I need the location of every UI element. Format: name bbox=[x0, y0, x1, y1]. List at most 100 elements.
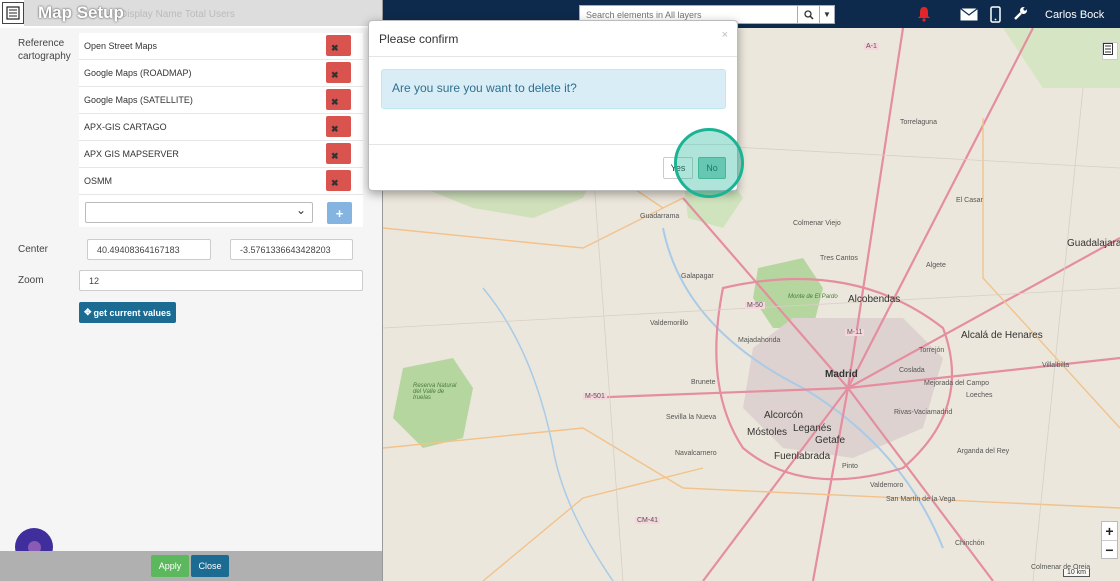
user-name[interactable]: Carlos Bock bbox=[1045, 9, 1104, 21]
search-layer-dropdown[interactable]: ▼ bbox=[820, 5, 835, 24]
crosshairs-icon: ✥ bbox=[83, 307, 92, 317]
center-longitude-input[interactable]: -3.5761336643428203 bbox=[230, 239, 353, 260]
mobile-icon[interactable] bbox=[990, 6, 1001, 26]
caret-down-icon: ▼ bbox=[823, 10, 831, 19]
cartography-row: Google Maps (SATELLITE) ✖ bbox=[79, 87, 363, 114]
delete-cartography-button[interactable]: ✖ bbox=[326, 170, 351, 191]
cartography-name: APX GIS MAPSERVER bbox=[84, 149, 179, 159]
map-label-a1: A-1 bbox=[864, 43, 879, 50]
plus-icon: + bbox=[335, 205, 344, 221]
times-icon: ✖ bbox=[331, 70, 339, 80]
close-button[interactable]: Close bbox=[191, 555, 229, 577]
map-label-m50: M-50 bbox=[745, 302, 765, 309]
map-setup-panel: Display Name Total Users Map Setup Refer… bbox=[0, 0, 383, 581]
add-cartography-button[interactable]: + bbox=[327, 202, 352, 224]
map-label-getafe: Getafe bbox=[815, 435, 846, 446]
get-current-values-label: get current values bbox=[93, 307, 172, 318]
no-button[interactable]: No bbox=[698, 157, 726, 179]
delete-cartography-button[interactable]: ✖ bbox=[326, 89, 351, 110]
cartography-name: APX-GIS CARTAGO bbox=[84, 122, 167, 132]
map-label-loeches: Loeches bbox=[966, 392, 993, 399]
cartography-name: Google Maps (SATELLITE) bbox=[84, 95, 193, 105]
map-label-alcorcon: Alcorcón bbox=[764, 410, 803, 421]
map-label-alcobendas: Alcobendas bbox=[848, 294, 901, 305]
reference-cartography-label: Reference cartography bbox=[18, 38, 71, 62]
map-label-leganes: Leganés bbox=[793, 423, 832, 434]
cartography-name: Open Street Maps bbox=[84, 41, 158, 51]
delete-cartography-button[interactable]: ✖ bbox=[326, 116, 351, 137]
map-label-algete: Algete bbox=[926, 262, 946, 269]
map-label-tres-cantos: Tres Cantos bbox=[820, 255, 858, 262]
map-label-majadahonda: Majadahonda bbox=[738, 337, 781, 344]
dialog-divider bbox=[369, 144, 737, 145]
cartography-name: Google Maps (ROADMAP) bbox=[84, 68, 192, 78]
times-icon: ✖ bbox=[331, 178, 339, 188]
cartography-row: OSMM ✖ bbox=[79, 168, 363, 195]
cartography-row: Google Maps (ROADMAP) ✖ bbox=[79, 60, 363, 87]
map-label-torrelaguna: Torrelaguna bbox=[900, 119, 937, 126]
dialog-divider bbox=[369, 56, 737, 57]
cartography-list: Open Street Maps ✖ Google Maps (ROADMAP) ✖… bbox=[79, 33, 363, 227]
center-label: Center bbox=[18, 244, 49, 255]
faded-table-header: Display Name Total Users bbox=[120, 9, 235, 20]
cartography-select[interactable] bbox=[85, 202, 313, 223]
layers-button[interactable] bbox=[1102, 42, 1118, 60]
map-label-navalcarnero: Navalcarnero bbox=[675, 450, 717, 457]
times-icon: ✖ bbox=[331, 43, 339, 53]
map-label-pinto: Pinto bbox=[842, 463, 858, 470]
zoom-in-button[interactable]: + bbox=[1102, 522, 1117, 540]
zoom-control: + − bbox=[1101, 521, 1118, 559]
map-label-san-martin: San Martín de la Vega bbox=[886, 496, 956, 503]
cartography-row: Open Street Maps ✖ bbox=[79, 33, 363, 60]
times-icon: ✖ bbox=[331, 151, 339, 161]
yes-button[interactable]: Yes bbox=[663, 157, 693, 179]
delete-cartography-button[interactable]: ✖ bbox=[326, 62, 351, 83]
map-label-brunete: Brunete bbox=[691, 379, 716, 386]
wrench-icon[interactable] bbox=[1013, 6, 1028, 24]
map-label-guadalajara: Guadalajara bbox=[1067, 238, 1120, 249]
map-label-villalbilla: Villalbilla bbox=[1042, 362, 1070, 369]
get-current-values-button[interactable]: ✥ get current values bbox=[79, 302, 176, 323]
map-label-madrid: Madrid bbox=[825, 369, 858, 380]
confirm-dialog: Please confirm × Are you sure you want t… bbox=[368, 20, 738, 191]
search-icon bbox=[803, 9, 814, 20]
list-icon[interactable] bbox=[2, 2, 24, 24]
cartography-row: APX-GIS CARTAGO ✖ bbox=[79, 114, 363, 141]
map-label-valdemoro: Valdemoro bbox=[870, 482, 904, 489]
dialog-message: Are you sure you want to delete it? bbox=[381, 69, 726, 109]
cartography-name: OSMM bbox=[84, 176, 112, 186]
delete-cartography-button[interactable]: ✖ bbox=[326, 143, 351, 164]
layers-icon bbox=[1103, 43, 1113, 55]
map-label-alcala: Alcalá de Henares bbox=[961, 330, 1043, 341]
map-label-chinchon: Chinchón bbox=[955, 540, 985, 547]
map-label-el-casar: El Casar bbox=[956, 197, 983, 204]
map-label-reserve: Reserva Natural del Valle de Iruelas bbox=[413, 383, 457, 401]
map-label-cm41: CM-41 bbox=[635, 517, 661, 524]
map-label-sevilla-nueva: Sevilla la Nueva bbox=[666, 414, 717, 421]
zoom-input[interactable]: 12 bbox=[79, 270, 363, 291]
search-button[interactable] bbox=[798, 5, 820, 24]
delete-cartography-button[interactable]: ✖ bbox=[326, 35, 351, 56]
map-label-mejorada: Mejorada del Campo bbox=[924, 380, 989, 387]
times-icon: ✖ bbox=[331, 97, 339, 107]
panel-header: Display Name Total Users Map Setup bbox=[0, 0, 382, 28]
map-label-arganda: Arganda del Rey bbox=[957, 448, 1010, 455]
map-label-rivas: Rivas-Vaciamadrid bbox=[894, 409, 953, 416]
envelope-icon[interactable] bbox=[960, 8, 978, 24]
cartography-row: APX GIS MAPSERVER ✖ bbox=[79, 141, 363, 168]
map-label-m11: M-11 bbox=[845, 329, 865, 336]
panel-footer: Apply Close bbox=[0, 551, 382, 581]
map-label-m501: M-501 bbox=[583, 393, 607, 400]
panel-title: Map Setup bbox=[38, 3, 124, 22]
zoom-label: Zoom bbox=[18, 275, 44, 286]
dialog-title: Please confirm bbox=[379, 32, 459, 46]
map-label-guadarrama: Guadarrama bbox=[640, 213, 680, 220]
times-icon: ✖ bbox=[331, 124, 339, 134]
zoom-out-button[interactable]: − bbox=[1102, 540, 1117, 558]
map-label-galapagar: Galapagar bbox=[681, 273, 714, 280]
apply-button[interactable]: Apply bbox=[151, 555, 189, 577]
center-latitude-input[interactable]: 40.49408364167183 bbox=[87, 239, 211, 260]
close-icon[interactable]: × bbox=[722, 29, 728, 41]
bell-icon[interactable] bbox=[916, 6, 932, 25]
map-label-torrejon: Torrejón bbox=[919, 347, 945, 354]
